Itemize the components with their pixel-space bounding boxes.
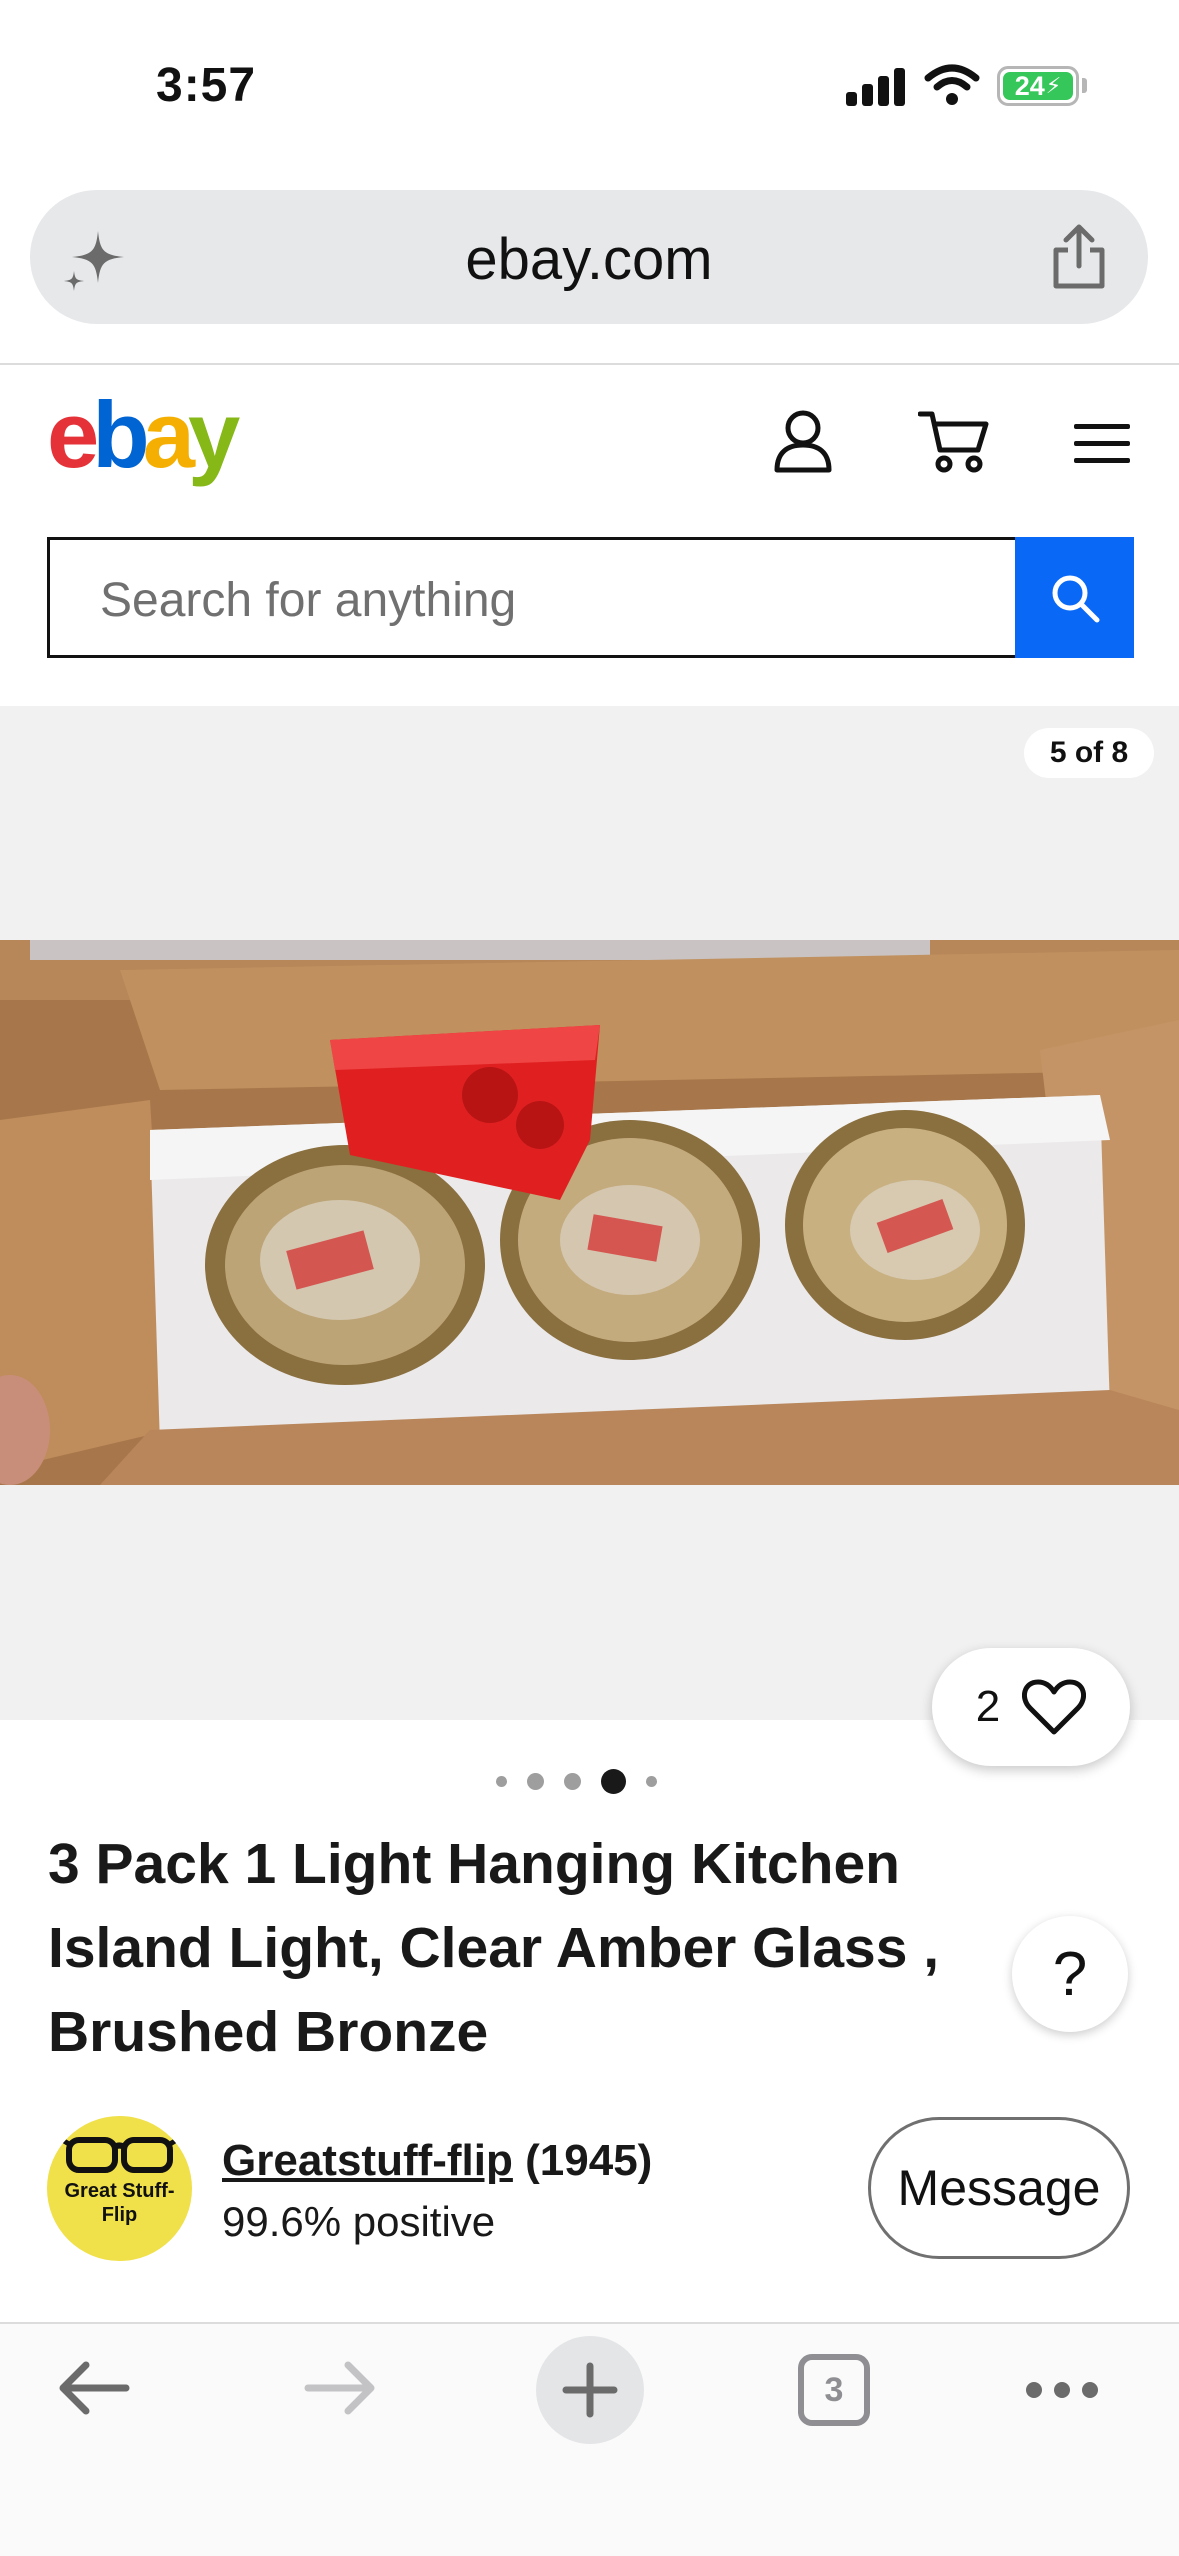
- logo-letter-y: y: [187, 382, 240, 487]
- product-title-line: Island Light, Clear Amber Glass ,: [48, 1916, 940, 1980]
- help-button[interactable]: ?: [1012, 1916, 1128, 2032]
- seller-feedback-count: (1945): [525, 2136, 653, 2185]
- gallery-dot[interactable]: [527, 1772, 544, 1790]
- watch-button[interactable]: 2: [932, 1648, 1130, 1766]
- logo-letter-a: a: [142, 382, 195, 487]
- share-icon[interactable]: [1046, 222, 1112, 292]
- product-title-line: Brushed Bronze: [48, 2000, 489, 2064]
- image-counter: 5 of 8: [1024, 728, 1154, 778]
- status-time: 3:57: [156, 59, 257, 112]
- wifi-icon: [924, 64, 980, 105]
- new-tab-button[interactable]: [536, 2336, 644, 2444]
- seller-positive-rating: 99.6% positive: [222, 2198, 496, 2245]
- back-arrow-icon[interactable]: [56, 2357, 132, 2419]
- hamburger-menu-icon[interactable]: [1072, 420, 1132, 466]
- gallery-dot[interactable]: [496, 1775, 507, 1787]
- search-button[interactable]: [1015, 537, 1134, 658]
- seller-avatar-text: Great Stuff- Flip: [47, 2179, 192, 2227]
- gallery-dot[interactable]: [564, 1772, 581, 1790]
- battery-level: 24: [1014, 70, 1045, 101]
- heart-icon: [1022, 1679, 1087, 1735]
- address-text[interactable]: ebay.com: [30, 226, 1148, 293]
- plus-icon: [562, 2362, 618, 2418]
- seller-avatar-text-line: Great Stuff-: [64, 2180, 175, 2202]
- sparkle-icon[interactable]: [60, 225, 130, 295]
- gallery-dot-active[interactable]: [601, 1768, 626, 1794]
- gallery-dot[interactable]: [646, 1775, 657, 1787]
- gallery-dots: [496, 1768, 677, 1794]
- more-dots-icon[interactable]: [1024, 2378, 1100, 2402]
- cart-icon[interactable]: [918, 408, 990, 474]
- message-button[interactable]: Message: [868, 2117, 1130, 2259]
- watch-count: 2: [975, 1682, 1001, 1731]
- product-image[interactable]: [0, 940, 1179, 1485]
- forward-arrow-icon[interactable]: [302, 2357, 378, 2419]
- seller-name-link[interactable]: Greatstuff-flip: [222, 2136, 513, 2185]
- battery-charging-icon: 24 ⚡: [997, 66, 1079, 106]
- product-title: 3 Pack 1 Light Hanging Kitchen Island Li…: [48, 1822, 1028, 2074]
- battery-cap: [1082, 78, 1087, 93]
- cellular-signal-icon: [846, 66, 906, 106]
- address-bar[interactable]: ebay.com: [30, 190, 1148, 324]
- account-icon[interactable]: [772, 408, 834, 474]
- logo-letter-b: b: [92, 382, 149, 487]
- seller-avatar-text-line: Flip: [101, 2204, 138, 2226]
- search-icon: [1052, 575, 1099, 622]
- browser-divider: [0, 363, 1179, 365]
- tabs-button[interactable]: 3: [798, 2354, 870, 2426]
- seller-info: Greatstuff-flip (1945): [222, 2136, 652, 2186]
- search-placeholder[interactable]: Search for anything: [100, 573, 516, 628]
- seller-avatar[interactable]: Great Stuff- Flip: [47, 2116, 192, 2261]
- ebay-logo[interactable]: ebay: [47, 388, 240, 482]
- tabs-count: 3: [824, 2370, 844, 2409]
- product-title-line: 3 Pack 1 Light Hanging Kitchen: [48, 1832, 900, 1896]
- logo-letter-e: e: [47, 382, 99, 487]
- status-bar: 3:57 24 ⚡: [0, 0, 1179, 175]
